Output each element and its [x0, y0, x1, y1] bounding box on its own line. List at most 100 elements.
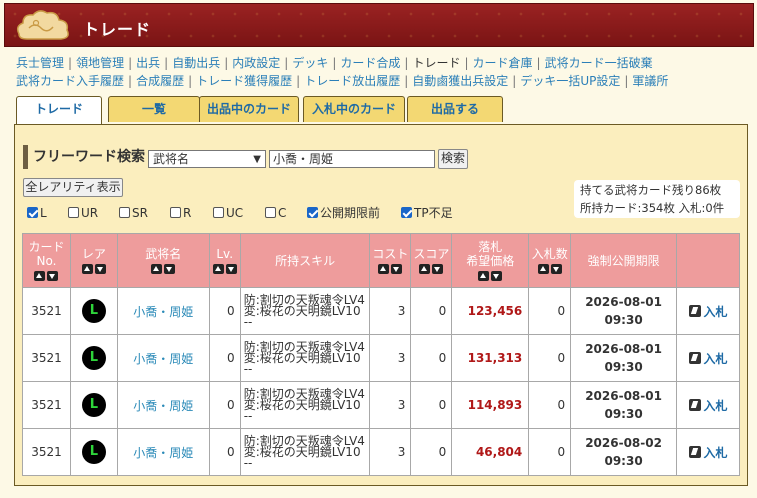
nav-link-auto-sortie[interactable]: 自動出兵: [172, 56, 220, 70]
bid-arrow-icon: [688, 398, 701, 411]
col-cost: コスト: [369, 233, 412, 288]
nav-link-bulk-discard[interactable]: 武将カード一括破棄: [545, 56, 653, 70]
col-price: 落札 希望価格: [451, 233, 530, 288]
table-row: 3521 L 小喬・周姫 0 防:割切の天叛魂令LV4 変:桜花の天明鏡LV10-…: [22, 334, 740, 382]
nav-link-territory[interactable]: 領地管理: [76, 56, 124, 70]
tab-bidding-cards[interactable]: 入札中のカード: [303, 96, 405, 122]
filter-ur-checkbox[interactable]: UR: [68, 205, 98, 221]
bids-cell: 0: [528, 381, 572, 429]
bid-button[interactable]: 入札: [676, 287, 740, 335]
sort-down-icon[interactable]: [225, 263, 237, 274]
nav-link-council[interactable]: 軍議所: [632, 74, 668, 88]
rarity-cell: L: [69, 287, 118, 335]
price-cell: 114,893: [451, 381, 530, 429]
filter-r-checkbox[interactable]: R: [170, 205, 191, 221]
nav-link-card-storage[interactable]: カード倉庫: [473, 56, 533, 70]
filter-before-deadline-checkbox[interactable]: 公開期限前: [307, 205, 380, 221]
bid-button[interactable]: 入札: [676, 381, 740, 429]
sort-down-icon[interactable]: [550, 263, 562, 274]
bid-arrow-icon: [688, 351, 701, 364]
sort-up-icon[interactable]: [478, 270, 490, 281]
nav-link-trade[interactable]: トレード: [412, 56, 460, 70]
nav-link-deck[interactable]: デッキ: [292, 56, 328, 70]
rarity-cell: L: [69, 428, 118, 476]
col-bids: 入札数: [528, 233, 572, 288]
col-deadline: 強制公開期限: [570, 233, 678, 288]
filter-tp-short-checkbox[interactable]: TP不足: [401, 205, 453, 221]
nav-link-trade-acquired[interactable]: トレード獲得履歴: [196, 74, 292, 88]
sort-down-icon[interactable]: [94, 263, 106, 274]
rarity-cell: L: [69, 334, 118, 382]
rarity-badge: L: [81, 299, 106, 323]
general-name-link[interactable]: 小喬・周姫: [116, 287, 210, 335]
nav-row-2: 武将カード入手履歴 | 合成履歴 | トレード獲得履歴 | トレード放出履歴 | 自動鹵獲出兵設…: [16, 74, 669, 88]
nav-link-card-fusion[interactable]: カード合成: [340, 56, 400, 70]
filter-sr-checkbox[interactable]: SR: [119, 205, 148, 221]
nav-link-auto-capture[interactable]: 自動鹵獲出兵設定: [412, 74, 508, 88]
col-lv: Lv.: [208, 233, 241, 288]
rarity-cell: L: [69, 381, 118, 429]
col-action: [676, 233, 740, 288]
search-select-value: 武将名: [153, 152, 190, 166]
search-input[interactable]: 小喬・周姫: [269, 150, 435, 168]
card-count-text: 所持カード:354枚 入札:0件: [580, 201, 725, 215]
table-row: 3521 L 小喬・周姫 0 防:割切の天叛魂令LV4 変:桜花の天明鏡LV10-…: [22, 287, 740, 335]
tab-listed-cards[interactable]: 出品中のカード: [199, 96, 299, 122]
nav-link-sortie[interactable]: 出兵: [136, 56, 160, 70]
rarity-badge: L: [81, 393, 106, 417]
filter-c-checkbox[interactable]: C: [265, 205, 286, 221]
general-name-link[interactable]: 小喬・周姫: [116, 334, 210, 382]
cost-cell: 3: [369, 381, 412, 429]
sort-down-icon[interactable]: [491, 270, 503, 281]
col-skill: 所持スキル: [239, 233, 371, 288]
page-header: トレード: [4, 3, 754, 47]
sort-up-icon[interactable]: [378, 263, 390, 274]
bid-button[interactable]: 入札: [676, 334, 740, 382]
nav-link-card-history[interactable]: 武将カード入手履歴: [16, 74, 124, 88]
sort-down-icon[interactable]: [164, 263, 176, 274]
search-button[interactable]: 検索: [438, 149, 468, 169]
tab-sell[interactable]: 出品する: [407, 96, 503, 122]
search-field-select[interactable]: 武将名 ▼: [148, 150, 266, 168]
show-all-rarity-button[interactable]: 全レアリティ表示: [23, 178, 123, 197]
tab-list[interactable]: 一覧: [108, 96, 200, 122]
sort-up-icon[interactable]: [419, 263, 431, 274]
sort-up-icon[interactable]: [81, 263, 93, 274]
filter-uc-checkbox[interactable]: UC: [213, 205, 243, 221]
col-rarity: レア: [69, 233, 118, 288]
sort-up-icon[interactable]: [151, 263, 163, 274]
nav-link-soldiers[interactable]: 兵士管理: [16, 56, 64, 70]
table-header-row: カード No. レア 武将名 Lv. 所持スキル コスト スコア 落札 希望価格…: [22, 233, 740, 288]
skill-cell: 防:割切の天叛魂令LV4 変:桜花の天明鏡LV10 --: [239, 334, 371, 382]
trade-table: カード No. レア 武将名 Lv. 所持スキル コスト スコア 落札 希望価格…: [22, 233, 740, 476]
nav-link-deck-bulk-up[interactable]: デッキ一括UP設定: [520, 74, 620, 88]
sort-up-icon[interactable]: [537, 263, 549, 274]
general-name-link[interactable]: 小喬・周姫: [116, 428, 210, 476]
rarity-badge: L: [81, 440, 106, 464]
price-cell: 46,804: [451, 428, 530, 476]
rarity-badge: L: [81, 346, 106, 370]
score-cell: 0: [410, 381, 453, 429]
sort-up-icon[interactable]: [34, 270, 46, 281]
sort-down-icon[interactable]: [432, 263, 444, 274]
sort-down-icon[interactable]: [47, 270, 59, 281]
sort-up-icon[interactable]: [212, 263, 224, 274]
skill-cell: 防:割切の天叛魂令LV4 変:桜花の天明鏡LV10 --: [239, 428, 371, 476]
filter-l-checkbox[interactable]: L: [27, 205, 47, 221]
nav-link-domestic[interactable]: 内政設定: [232, 56, 280, 70]
tab-trade[interactable]: トレード: [16, 96, 102, 125]
general-name-link[interactable]: 小喬・周姫: [116, 381, 210, 429]
nav-link-trade-released[interactable]: トレード放出履歴: [304, 74, 400, 88]
level-cell: 0: [208, 334, 241, 382]
level-cell: 0: [208, 381, 241, 429]
table-row: 3521 L 小喬・周姫 0 防:割切の天叛魂令LV4 変:桜花の天明鏡LV10-…: [22, 381, 740, 429]
cost-cell: 3: [369, 428, 412, 476]
bids-cell: 0: [528, 428, 572, 476]
nav-link-fusion-history[interactable]: 合成履歴: [136, 74, 184, 88]
col-name: 武将名: [116, 233, 210, 288]
nav-links: 兵士管理 | 領地管理 | 出兵 | 自動出兵 | 内政設定 | デッキ | カード合成 | トレード | カー…: [16, 54, 746, 90]
bid-button[interactable]: 入札: [676, 428, 740, 476]
deadline-cell: 2026-08-02 09:30: [570, 428, 678, 476]
sort-down-icon[interactable]: [391, 263, 403, 274]
score-cell: 0: [410, 334, 453, 382]
